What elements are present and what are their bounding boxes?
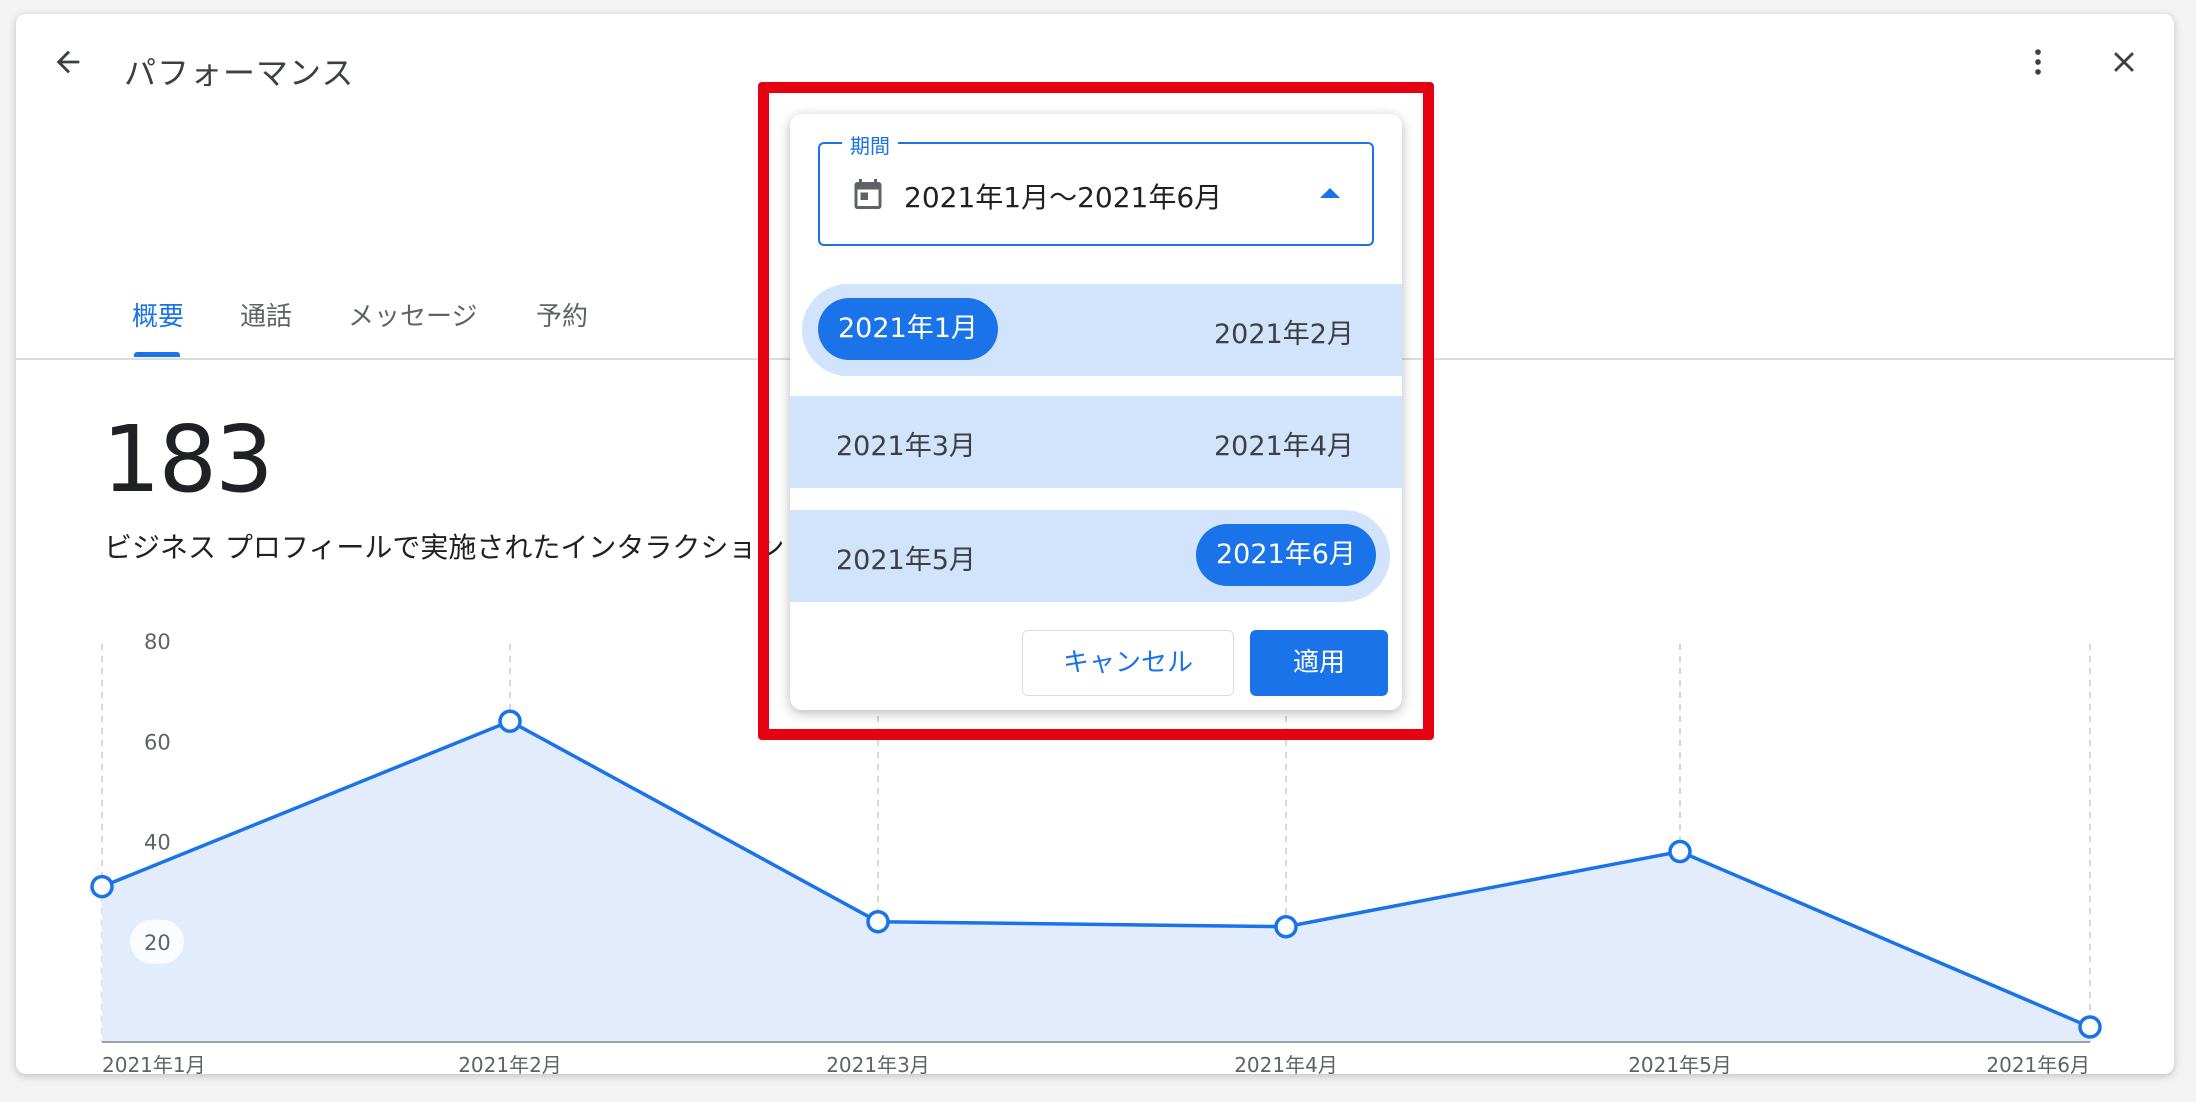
x-tick-label: 2021年2月 xyxy=(458,1053,562,1074)
period-value: 2021年1月〜2021年6月 xyxy=(904,181,1223,214)
y-tick-label: 60 xyxy=(144,730,171,754)
cancel-button[interactable]: キャンセル xyxy=(1022,630,1234,696)
apply-button[interactable]: 適用 xyxy=(1250,630,1388,696)
month-option-jun[interactable]: 2021年6月 xyxy=(1196,524,1376,586)
x-tick-label: 2021年1月 xyxy=(102,1053,206,1074)
period-select[interactable]: 期間 2021年1月〜2021年6月 xyxy=(818,130,1374,246)
data-point xyxy=(1274,914,1298,939)
y-tick-label: 80 xyxy=(144,630,171,654)
y-tick-label: 40 xyxy=(144,831,171,855)
month-option-mar[interactable]: 2021年3月 xyxy=(836,424,976,463)
month-option-may[interactable]: 2021年5月 xyxy=(836,538,976,577)
y-tick-label: 20 xyxy=(144,931,171,955)
month-option-feb[interactable]: 2021年2月 xyxy=(1214,312,1354,351)
data-point xyxy=(498,709,522,733)
data-point xyxy=(1668,839,1692,864)
date-range-picker: 期間 2021年1月〜2021年6月 2021年1月 2021年2月 2021年… xyxy=(790,114,1402,710)
calendar-icon xyxy=(854,179,882,209)
x-tick-label: 2021年4月 xyxy=(1234,1053,1338,1074)
month-option-apr[interactable]: 2021年4月 xyxy=(1214,424,1354,463)
data-point xyxy=(2078,1015,2102,1039)
x-tick-label: 2021年5月 xyxy=(1628,1053,1732,1074)
period-legend: 期間 xyxy=(842,130,898,159)
month-option-jan[interactable]: 2021年1月 xyxy=(818,298,998,360)
caret-up-icon xyxy=(1320,188,1340,198)
data-point xyxy=(866,909,890,934)
data-point xyxy=(90,874,114,899)
x-tick-label: 2021年6月 xyxy=(1986,1053,2090,1074)
x-tick-label: 2021年3月 xyxy=(826,1053,930,1074)
chart-area xyxy=(102,721,2090,1042)
